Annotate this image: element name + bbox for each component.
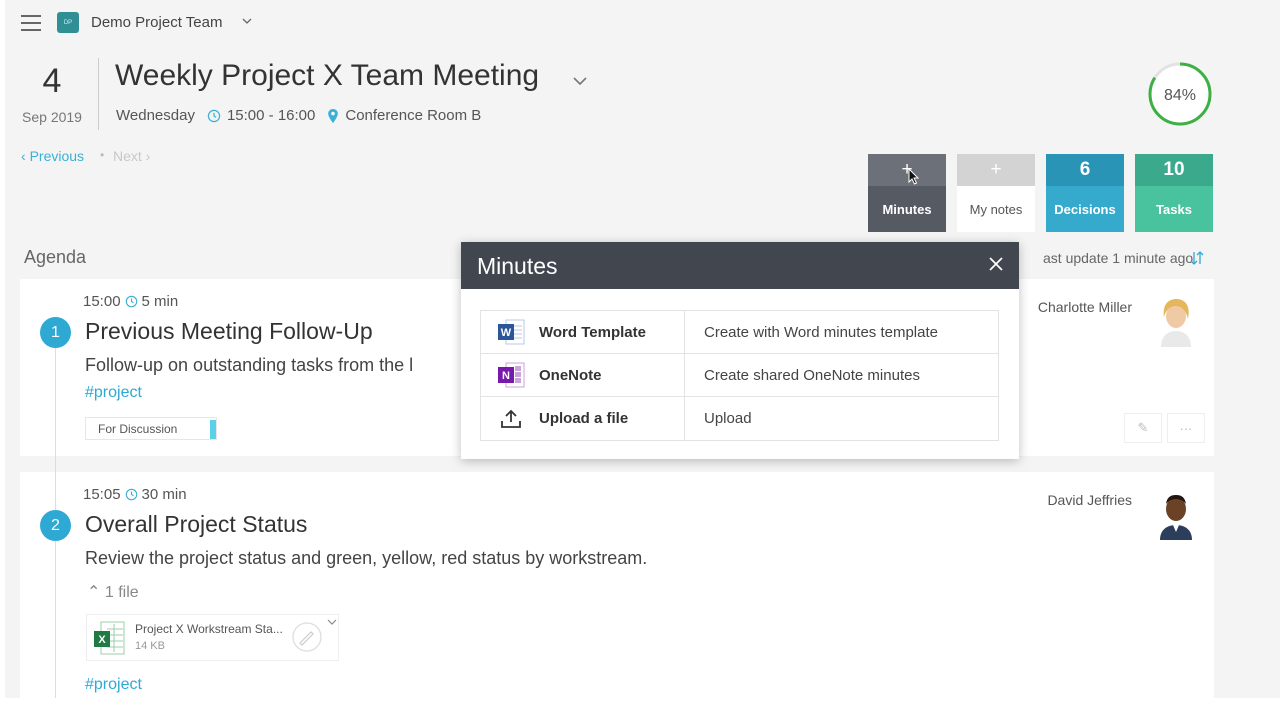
agenda-item-number: 2 <box>40 510 71 541</box>
team-avatar: DP <box>57 12 79 33</box>
presenter-name: Charlotte Miller <box>1037 299 1132 315</box>
option-name-cell: Upload a file <box>481 397 685 440</box>
minutes-dialog: Minutes W Word Template Create with Word… <box>461 242 1019 459</box>
option-name: Word Template <box>539 323 646 341</box>
files-count: 1 file <box>104 584 139 601</box>
decisions-count: 6 <box>1046 154 1124 186</box>
option-name-cell: N OneNote <box>481 354 685 396</box>
item-start: 15:05 <box>83 486 121 503</box>
previous-label: Previous <box>29 148 85 164</box>
presenter-name: David Jeffries <box>1047 492 1132 508</box>
chevron-down-icon[interactable] <box>327 618 337 626</box>
tasks-label: Tasks <box>1135 186 1213 232</box>
option-action[interactable]: Upload <box>685 397 998 440</box>
edit-button[interactable]: ✎ <box>1124 413 1162 443</box>
status-color-bar <box>210 420 216 439</box>
svg-text:W: W <box>501 327 512 339</box>
last-update-text: ast update 1 minute ago <box>1043 250 1194 266</box>
onenote-icon: N <box>497 361 525 389</box>
progress-ring: 84% <box>1148 62 1212 126</box>
chevron-down-icon[interactable] <box>242 16 252 26</box>
upload-file-option[interactable]: Upload a file Upload <box>481 397 998 440</box>
option-name: OneNote <box>539 366 602 384</box>
clock-icon <box>125 295 138 308</box>
agenda-item-time: 15:00 5 min <box>83 293 178 310</box>
word-icon: W <box>497 318 525 346</box>
mouse-cursor-icon <box>908 168 920 185</box>
nav-separator: • <box>100 148 105 162</box>
item-duration: 30 min <box>141 486 187 503</box>
my-notes-button[interactable]: + My notes <box>957 154 1035 232</box>
avatar <box>1155 295 1197 347</box>
previous-meeting-link[interactable]: ‹ Previous <box>21 148 84 164</box>
option-action[interactable]: Create shared OneNote minutes <box>685 354 998 396</box>
agenda-item-title[interactable]: Overall Project Status <box>85 511 307 538</box>
agenda-item-number: 1 <box>40 317 71 348</box>
agenda-item-time: 15:05 30 min <box>83 486 187 503</box>
meeting-meta: Wednesday 15:00 - 16:00 Conference Room … <box>116 107 481 124</box>
files-toggle[interactable]: ⌃ 1 file <box>87 582 139 602</box>
dialog-title: Minutes <box>461 242 1019 289</box>
svg-text:N: N <box>502 370 510 382</box>
team-selector[interactable]: Demo Project Team <box>91 14 222 31</box>
my-notes-add: + <box>957 154 1035 186</box>
my-notes-label: My notes <box>957 186 1035 232</box>
option-name-cell: W Word Template <box>481 311 685 353</box>
meeting-weekday: Wednesday <box>116 107 195 124</box>
excel-icon: X <box>94 621 125 655</box>
hamburger-menu-icon[interactable] <box>21 15 41 31</box>
close-icon[interactable] <box>987 255 1005 273</box>
progress-label: 84% <box>1164 87 1196 104</box>
clock-icon <box>125 488 138 501</box>
location-pin-icon <box>327 108 339 124</box>
next-label: Next <box>113 148 142 164</box>
meeting-month-year: Sep 2019 <box>22 109 82 125</box>
agenda-heading: Agenda <box>24 247 87 267</box>
clock-icon <box>207 109 221 123</box>
meeting-time-range: 15:00 - 16:00 <box>226 107 316 124</box>
chevron-down-icon[interactable] <box>571 74 589 88</box>
agenda-item-description: Follow-up on outstanding tasks from the … <box>85 355 414 375</box>
chevron-left-icon: ‹ <box>21 148 30 164</box>
more-options-button[interactable]: ··· <box>1167 413 1205 443</box>
decisions-label: Decisions <box>1046 186 1124 232</box>
file-attachment[interactable]: X Project X Workstream Sta... 14 KB <box>86 614 339 661</box>
minutes-button[interactable]: + Minutes <box>868 154 946 232</box>
tasks-button[interactable]: 10 Tasks <box>1135 154 1213 232</box>
sign-icon[interactable] <box>291 621 323 653</box>
item-start: 15:00 <box>83 293 121 310</box>
chevron-right-icon: › <box>141 148 151 164</box>
status-label: For Discussion <box>98 422 178 436</box>
minutes-label: Minutes <box>868 186 946 232</box>
avatar <box>1155 488 1197 540</box>
meeting-page: DP Demo Project Team 4 Sep 2019 Weekly P… <box>5 0 1280 698</box>
option-name: Upload a file <box>539 410 629 427</box>
minutes-options: W Word Template Create with Word minutes… <box>480 310 999 441</box>
svg-text:X: X <box>98 634 106 646</box>
word-template-option[interactable]: W Word Template Create with Word minutes… <box>481 311 998 354</box>
minutes-add: + <box>868 154 946 186</box>
agenda-item-title[interactable]: Previous Meeting Follow-Up <box>85 318 373 345</box>
next-meeting-link[interactable]: Next › <box>113 148 150 164</box>
file-name: Project X Workstream Sta... <box>135 622 283 636</box>
pencil-icon: ✎ <box>1137 420 1149 435</box>
onenote-option[interactable]: N OneNote Create shared OneNote minutes <box>481 354 998 397</box>
decisions-button[interactable]: 6 Decisions <box>1046 154 1124 232</box>
agenda-item-description: Review the project status and green, yel… <box>85 548 648 568</box>
ellipsis-icon: ··· <box>1179 420 1193 436</box>
chevron-up-icon: ⌃ <box>87 584 105 601</box>
tag-link[interactable]: #project <box>85 676 142 694</box>
tag-link[interactable]: #project <box>85 384 142 402</box>
meeting-title[interactable]: Weekly Project X Team Meeting <box>115 59 539 93</box>
meeting-day: 4 <box>42 62 62 100</box>
sort-icon[interactable] <box>1189 250 1205 266</box>
option-action[interactable]: Create with Word minutes template <box>685 311 998 353</box>
divider <box>98 58 99 130</box>
tasks-count: 10 <box>1135 154 1213 186</box>
file-size: 14 KB <box>135 640 165 652</box>
status-badge[interactable]: For Discussion <box>85 417 217 440</box>
upload-icon <box>497 405 525 433</box>
item-duration: 5 min <box>141 293 179 310</box>
meeting-location[interactable]: Conference Room B <box>345 107 481 124</box>
